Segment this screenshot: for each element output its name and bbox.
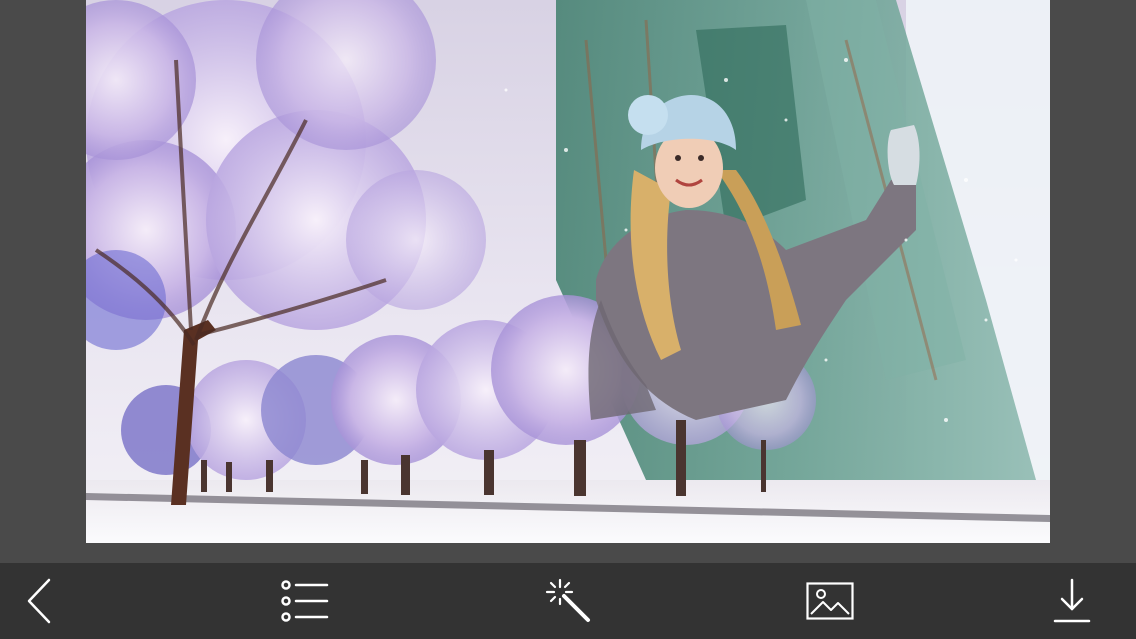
back-button[interactable] bbox=[0, 563, 80, 639]
magic-wand-icon bbox=[544, 577, 592, 625]
list-icon bbox=[281, 580, 329, 622]
editor-canvas bbox=[0, 0, 1136, 563]
download-button[interactable] bbox=[1032, 563, 1112, 639]
back-chevron-icon bbox=[25, 577, 55, 625]
bottom-toolbar bbox=[0, 563, 1136, 639]
download-icon bbox=[1052, 577, 1092, 625]
edited-photo[interactable] bbox=[86, 0, 1050, 543]
effects-button[interactable] bbox=[528, 563, 608, 639]
menu-list-button[interactable] bbox=[265, 563, 345, 639]
background-image-button[interactable] bbox=[790, 563, 870, 639]
photo-illustration bbox=[86, 0, 1050, 543]
image-icon bbox=[806, 582, 854, 620]
